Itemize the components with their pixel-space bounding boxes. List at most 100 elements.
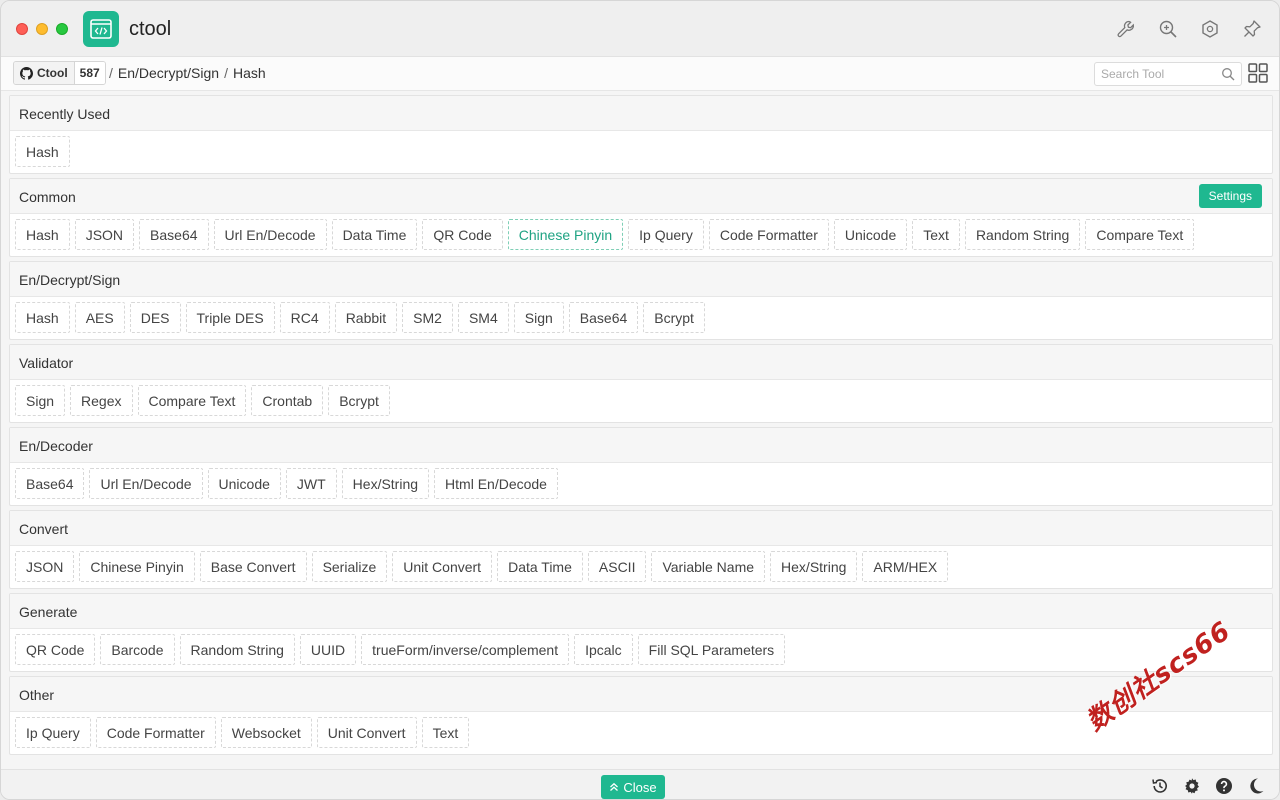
tool-item[interactable]: Base Convert [199, 551, 307, 582]
zoom-in-icon[interactable] [1157, 18, 1179, 40]
tool-item[interactable]: Html En/Decode [434, 468, 558, 499]
tool-item[interactable]: Compare Text [1085, 219, 1195, 250]
tool-item[interactable]: Sign [15, 385, 66, 416]
tool-item[interactable]: Text [912, 219, 960, 250]
app-window: ctool Ctool 587 / En/Decrypt/Sign / Hash… [0, 0, 1280, 800]
double-chevron-up-icon [610, 782, 619, 791]
breadcrumb-separator: / [109, 65, 113, 81]
tool-item[interactable]: Unicode [207, 468, 281, 499]
breadcrumb: / En/Decrypt/Sign / Hash [109, 65, 266, 81]
category-title: Common [19, 189, 76, 205]
pin-icon[interactable] [1241, 18, 1263, 40]
category-panel: Recently Used Hash [9, 95, 1273, 174]
tool-item[interactable]: Base64 [139, 219, 209, 250]
tool-item[interactable]: Code Formatter [708, 219, 829, 250]
tool-item[interactable]: Hash [15, 136, 70, 167]
category-title: Convert [19, 521, 69, 537]
tool-item[interactable]: Barcode [100, 634, 175, 665]
hexagon-icon[interactable] [1199, 18, 1221, 40]
tool-item[interactable]: Random String [964, 219, 1081, 250]
grid-view-icon[interactable] [1248, 63, 1268, 83]
tool-item[interactable]: JWT [285, 468, 337, 499]
tool-item[interactable]: Code Formatter [95, 717, 216, 748]
help-icon[interactable] [1215, 777, 1233, 795]
category-header: Validator [10, 345, 1272, 380]
search-input[interactable] [1095, 63, 1213, 85]
wrench-icon[interactable] [1115, 18, 1137, 40]
category-title: Generate [19, 604, 78, 620]
tool-item[interactable]: Data Time [331, 219, 418, 250]
breadcrumb-separator: / [224, 65, 228, 81]
tool-item[interactable]: Ip Query [628, 219, 704, 250]
tool-item[interactable]: Regex [70, 385, 133, 416]
category-panel: Convert JSON Chinese Pinyin Base Convert Ser… [9, 510, 1273, 589]
tool-item[interactable]: DES [129, 302, 181, 333]
tool-item[interactable]: JSON [15, 551, 75, 582]
tool-item[interactable]: Chinese Pinyin [79, 551, 195, 582]
tool-item[interactable]: Ipcalc [574, 634, 633, 665]
tool-item[interactable]: Compare Text [137, 385, 247, 416]
category-title: Recently Used [19, 106, 111, 122]
tool-item[interactable]: Base64 [568, 302, 639, 333]
tool-item[interactable]: Unit Convert [392, 551, 493, 582]
tool-item[interactable]: RC4 [279, 302, 330, 333]
tool-item[interactable]: Random String [179, 634, 295, 665]
tool-list: Hash [10, 131, 1272, 173]
tool-item[interactable]: QR Code [15, 634, 96, 665]
category-title: En/Decrypt/Sign [19, 272, 121, 288]
minimize-window-button[interactable] [36, 23, 48, 35]
close-window-button[interactable] [16, 23, 28, 35]
breadcrumb-bar: Ctool 587 / En/Decrypt/Sign / Hash [1, 57, 1279, 91]
github-star-badge[interactable]: Ctool 587 [13, 61, 106, 85]
tool-item[interactable]: Base64 [15, 468, 85, 499]
breadcrumb-category[interactable]: En/Decrypt/Sign [118, 65, 219, 81]
close-button-label: Close [623, 779, 657, 795]
tool-item[interactable]: Rabbit [334, 302, 398, 333]
tool-item[interactable]: Unit Convert [316, 717, 417, 748]
github-label-text: Ctool [37, 66, 68, 80]
tool-item[interactable]: Bcrypt [328, 385, 390, 416]
maximize-window-button[interactable] [56, 23, 68, 35]
tool-item[interactable]: Ip Query [15, 717, 91, 748]
tool-item[interactable]: Serialize [311, 551, 388, 582]
tool-item[interactable]: Data Time [497, 551, 583, 582]
search-icon[interactable] [1221, 67, 1235, 81]
tool-item[interactable]: JSON [74, 219, 135, 250]
tool-item[interactable]: Triple DES [185, 302, 275, 333]
settings-button[interactable]: Settings [1198, 184, 1262, 208]
category-title: En/Decoder [19, 438, 93, 454]
tool-item[interactable]: Crontab [251, 385, 324, 416]
tool-item[interactable]: ASCII [587, 551, 647, 582]
tool-item[interactable]: SM4 [457, 302, 509, 333]
tool-item[interactable]: Fill SQL Parameters [637, 634, 786, 665]
tool-item[interactable]: AES [74, 302, 125, 333]
tool-item[interactable]: Text [421, 717, 470, 748]
tool-item[interactable]: Hex/String [341, 468, 430, 499]
moon-icon[interactable] [1247, 777, 1265, 795]
tool-item[interactable]: Variable Name [651, 551, 766, 582]
category-panel: En/Decrypt/Sign Hash AES DES Triple DES RC4 Ra… [9, 261, 1273, 340]
title-toolbar [1115, 18, 1263, 40]
gear-icon[interactable] [1183, 777, 1201, 795]
tool-item[interactable]: Chinese Pinyin [507, 219, 624, 250]
tool-item[interactable]: Bcrypt [643, 302, 705, 333]
history-icon[interactable] [1151, 777, 1169, 795]
tool-item[interactable]: Url En/Decode [213, 219, 327, 250]
tool-item[interactable]: SM2 [402, 302, 453, 333]
category-header: En/Decrypt/Sign [10, 262, 1272, 297]
tool-item[interactable]: Hash [15, 302, 70, 333]
tool-item[interactable]: Websocket [220, 717, 312, 748]
footer-bar: Close [1, 769, 1279, 799]
tool-item[interactable]: Sign [513, 302, 564, 333]
tool-item[interactable]: trueForm/inverse/complement [361, 634, 570, 665]
tool-item[interactable]: QR Code [422, 219, 503, 250]
tool-list: Sign Regex Compare Text Crontab Bcrypt [10, 380, 1272, 422]
tool-item[interactable]: ARM/HEX [862, 551, 949, 582]
footer-toolbar [1151, 777, 1265, 795]
tool-item[interactable]: Unicode [833, 219, 908, 250]
tool-item[interactable]: Url En/Decode [89, 468, 203, 499]
close-button[interactable]: Close [601, 775, 665, 799]
tool-item[interactable]: Hex/String [770, 551, 858, 582]
tool-item[interactable]: Hash [15, 219, 70, 250]
tool-item[interactable]: UUID [299, 634, 357, 665]
